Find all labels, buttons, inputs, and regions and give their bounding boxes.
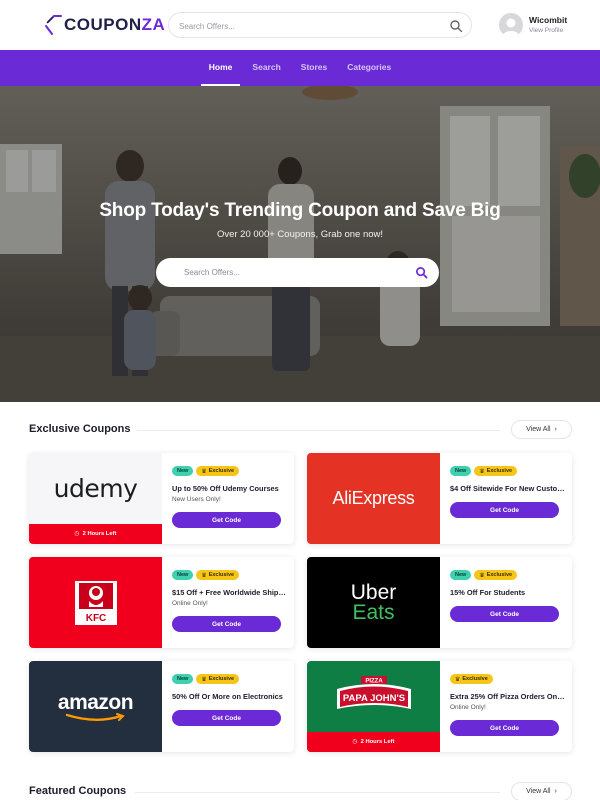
chevron-right-icon: › xyxy=(554,426,557,433)
coupon-subtitle: Online Only! xyxy=(450,704,486,711)
coupon-card-kfc[interactable]: KFC New ♛ Exclusive $15 Off + Free Worldw… xyxy=(29,557,294,648)
get-code-button[interactable]: Get Code xyxy=(450,606,559,622)
coupon-card-uber-eats[interactable]: Uber Eats New ♛ Exclusive 15% Off For Stu… xyxy=(307,557,572,648)
coupon-card-papa-johns[interactable]: PIZZA PAPA JOHN'S ◷ 2 Hours Left ♛ Exclus… xyxy=(307,661,572,752)
divider xyxy=(137,430,500,431)
clock-icon: ◷ xyxy=(352,739,358,745)
exclusive-badge: ♛ Exclusive xyxy=(474,570,518,580)
get-code-button[interactable]: Get Code xyxy=(172,710,281,726)
brand-logo-uber-eats: Uber Eats xyxy=(307,557,440,648)
coupon-subtitle: Online Only! xyxy=(172,600,208,607)
view-profile-link[interactable]: View Profile xyxy=(529,26,567,35)
exclusive-badge: ♛ Exclusive xyxy=(474,466,518,476)
crown-icon: ♛ xyxy=(455,676,461,683)
brand-logo-amazon: amazon xyxy=(29,661,162,752)
divider xyxy=(135,792,500,793)
hero-search-input[interactable] xyxy=(184,264,404,281)
new-badge: New xyxy=(450,466,472,476)
main-nav: Home Search Stores Categories xyxy=(0,50,600,86)
exclusive-badge: ♛ Exclusive xyxy=(196,674,240,684)
header-search xyxy=(168,12,472,38)
nav-item-categories[interactable]: Categories xyxy=(339,50,399,86)
coupon-card-udemy[interactable]: udemy ◷ 2 Hours Left New ♛ Exclusive Up t… xyxy=(29,453,294,544)
get-code-button[interactable]: Get Code xyxy=(172,616,281,632)
site-logo[interactable]: COUPONZA xyxy=(44,12,165,38)
hero-title: Shop Today's Trending Coupon and Save Bi… xyxy=(99,200,501,221)
user-menu[interactable]: Wicombit View Profile xyxy=(499,12,567,38)
get-code-button[interactable]: Get Code xyxy=(450,720,559,736)
get-code-button[interactable]: Get Code xyxy=(450,502,559,518)
crown-icon: ♛ xyxy=(201,572,207,579)
svg-text:PIZZA: PIZZA xyxy=(365,679,383,685)
coupon-title: Up to 50% Off Udemy Courses xyxy=(172,484,279,493)
brand-logo-kfc: KFC xyxy=(29,557,162,648)
view-all-button[interactable]: View All › xyxy=(511,420,572,439)
coupon-card-aliexpress[interactable]: AliExpress New ♛ Exclusive $4 Off Sitewid… xyxy=(307,453,572,544)
section-title: Featured Coupons xyxy=(29,785,127,797)
coupon-title: $4 Off Sitewide For New Customers xyxy=(450,484,565,493)
featured-coupons-header: Featured Coupons View All › xyxy=(29,782,572,800)
kfc-logo-icon: KFC xyxy=(74,580,117,625)
brand-logo-aliexpress: AliExpress xyxy=(307,453,440,544)
nav-item-stores[interactable]: Stores xyxy=(293,50,335,86)
exclusive-badge: ♛ Exclusive xyxy=(450,674,493,684)
crown-icon: ♛ xyxy=(479,468,485,475)
crown-icon: ♛ xyxy=(201,676,207,683)
logo-text: COUPONZA xyxy=(64,15,166,34)
coupon-subtitle: New Users Only! xyxy=(172,496,221,503)
exclusive-badge: ♛ Exclusive xyxy=(196,570,240,580)
new-badge: New xyxy=(172,570,194,580)
nav-item-search[interactable]: Search xyxy=(244,50,288,86)
time-left-strip: ◷ 2 Hours Left xyxy=(307,732,440,752)
chevron-right-icon: › xyxy=(554,788,557,795)
coupon-title: 50% Off Or More on Electronics xyxy=(172,692,283,701)
time-left-strip: ◷ 2 Hours Left xyxy=(29,524,162,544)
coupon-card-amazon[interactable]: amazon New ♛ Exclusive 50% Off Or More on… xyxy=(29,661,294,752)
crown-icon: ♛ xyxy=(201,468,207,475)
header-search-input[interactable] xyxy=(179,17,429,35)
svg-text:KFC: KFC xyxy=(85,613,106,624)
logo-tag-icon xyxy=(45,15,62,35)
new-badge: New xyxy=(172,466,194,476)
papa-johns-logo-icon: PIZZA PAPA JOHN'S xyxy=(336,676,411,709)
coupon-title: $15 Off + Free Worldwide Shipping xyxy=(172,588,287,597)
new-badge: New xyxy=(172,674,194,684)
exclusive-coupons-header: Exclusive Coupons View All › xyxy=(29,420,572,440)
nav-item-home[interactable]: Home xyxy=(200,50,241,86)
hero-search xyxy=(156,258,439,287)
user-name: Wicombit xyxy=(529,15,568,25)
hero-banner: Shop Today's Trending Coupon and Save Bi… xyxy=(0,86,600,402)
search-icon[interactable] xyxy=(449,19,463,33)
search-icon[interactable] xyxy=(415,266,428,279)
coupon-title: 15% Off For Students xyxy=(450,588,526,597)
crown-icon: ♛ xyxy=(479,572,485,579)
hero-subtitle: Over 20 000+ Coupons, Grab one now! xyxy=(216,229,384,240)
svg-text:PAPA JOHN'S: PAPA JOHN'S xyxy=(342,693,404,704)
exclusive-badge: ♛ Exclusive xyxy=(196,466,240,476)
new-badge: New xyxy=(450,570,472,580)
coupon-title: Extra 25% Off Pizza Orders Online xyxy=(450,692,565,701)
section-title: Exclusive Coupons xyxy=(29,423,131,435)
site-header: COUPONZA Wicombit View Profile xyxy=(0,0,600,50)
get-code-button[interactable]: Get Code xyxy=(172,512,281,528)
user-silhouette-icon xyxy=(502,18,520,37)
avatar[interactable] xyxy=(499,13,523,37)
amazon-smile-icon xyxy=(65,712,125,721)
clock-icon: ◷ xyxy=(74,531,80,537)
view-all-button[interactable]: View All › xyxy=(511,782,572,800)
